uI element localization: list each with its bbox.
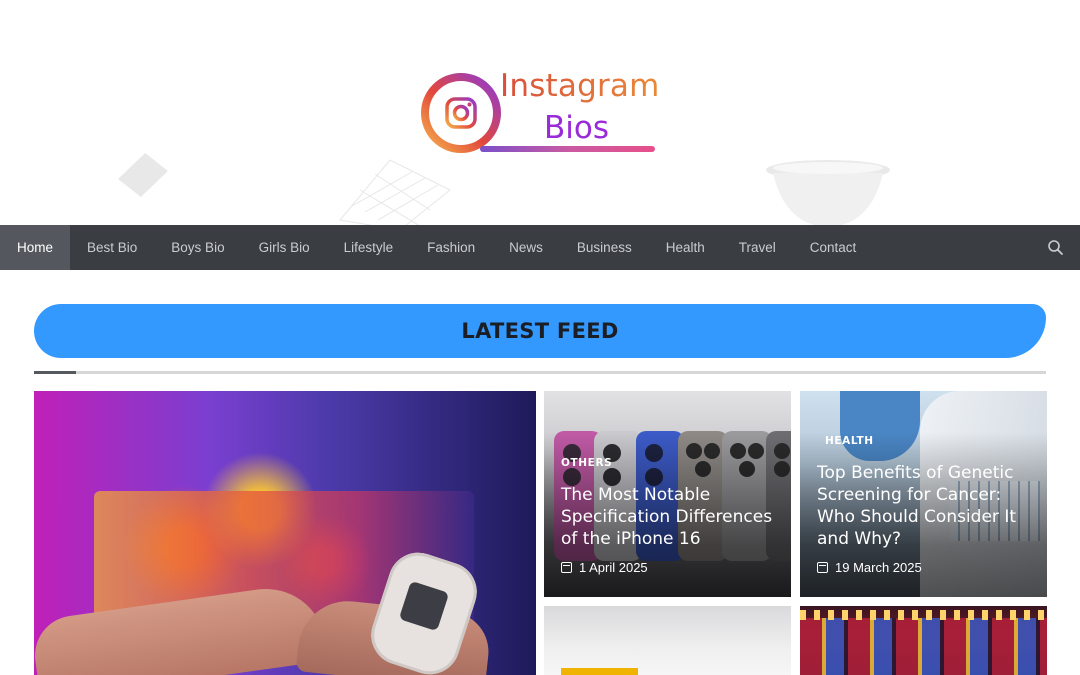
category-badge[interactable]: HEALTH — [825, 435, 874, 447]
nav-item-travel[interactable]: Travel — [722, 225, 793, 270]
post-date: 19 March 2025 — [817, 560, 922, 575]
nav-item-girls-bio[interactable]: Girls Bio — [242, 225, 327, 270]
post-date-text: 19 March 2025 — [835, 560, 922, 575]
category-badge[interactable] — [561, 668, 638, 675]
logo-text-instagram: Instagram — [500, 68, 660, 104]
nav-item-lifestyle[interactable]: Lifestyle — [327, 225, 411, 270]
main-navigation: Home Best Bio Boys Bio Girls Bio Lifesty… — [0, 225, 1080, 270]
featured-post-card[interactable] — [34, 391, 536, 675]
nav-item-best-bio[interactable]: Best Bio — [70, 225, 154, 270]
nav-item-news[interactable]: News — [492, 225, 560, 270]
post-title[interactable]: Top Benefits of Genetic Screening for Ca… — [817, 462, 1037, 550]
post-card-partial[interactable] — [544, 606, 791, 675]
section-divider-accent — [34, 371, 76, 374]
post-card-partial-casino[interactable] — [800, 606, 1047, 675]
nav-item-business[interactable]: Business — [560, 225, 649, 270]
logo-underline — [480, 146, 655, 152]
nav-item-contact[interactable]: Contact — [793, 225, 874, 270]
nav-item-fashion[interactable]: Fashion — [410, 225, 492, 270]
nav-item-health[interactable]: Health — [649, 225, 722, 270]
nav-item-home[interactable]: Home — [0, 225, 71, 270]
image-detail — [800, 610, 1047, 620]
post-date: 1 April 2025 — [561, 560, 648, 575]
nav-item-boys-bio[interactable]: Boys Bio — [154, 225, 241, 270]
search-icon[interactable] — [1047, 239, 1064, 256]
decorative-bowl — [766, 160, 890, 225]
post-card-iphone[interactable]: OTHERS The Most Notable Specification Di… — [544, 391, 791, 597]
section-divider — [34, 371, 1046, 374]
calendar-icon — [561, 562, 572, 573]
site-logo[interactable]: Instagram Bios — [418, 66, 663, 162]
post-date-text: 1 April 2025 — [579, 560, 648, 575]
latest-feed-banner: LATEST FEED — [34, 304, 1046, 358]
calendar-icon — [817, 562, 828, 573]
decorative-shape — [118, 153, 168, 197]
category-badge[interactable]: OTHERS — [561, 457, 612, 469]
post-card-health[interactable]: HEALTH Top Benefits of Genetic Screening… — [800, 391, 1047, 597]
post-image-slot-machines — [800, 618, 1047, 675]
section-title: LATEST FEED — [461, 319, 619, 343]
post-title[interactable]: The Most Notable Specification Differenc… — [561, 484, 781, 550]
instagram-logo-icon — [421, 73, 501, 153]
site-header: Instagram Bios — [0, 0, 1080, 225]
logo-text-bios: Bios — [544, 110, 609, 146]
